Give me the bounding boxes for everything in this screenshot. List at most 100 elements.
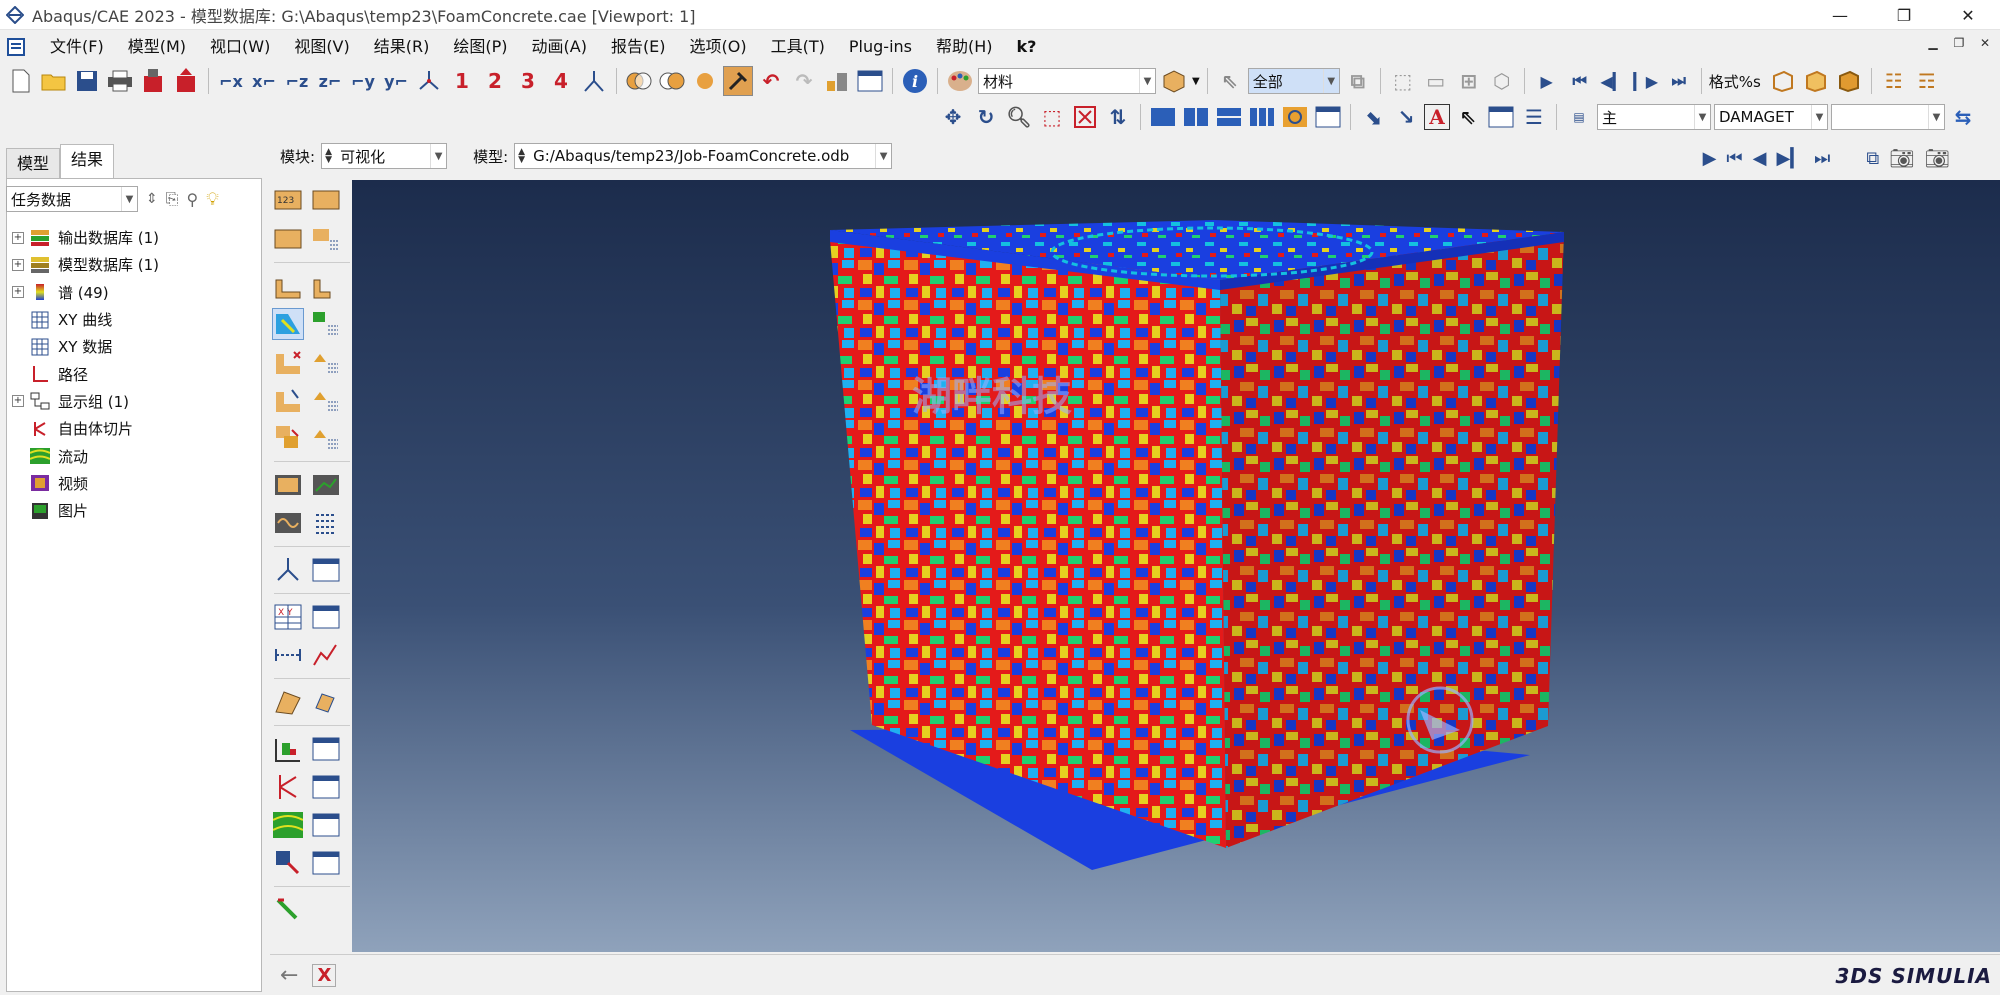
tree-node-free-body[interactable]: 自由体切片 xyxy=(6,415,260,442)
query-icon[interactable] xyxy=(723,66,753,96)
view-right-icon[interactable]: y⌐ xyxy=(381,66,411,96)
create-path-icon[interactable] xyxy=(272,686,304,718)
plot-deformed-icon[interactable] xyxy=(272,270,304,302)
maximize-button[interactable]: ❐ xyxy=(1872,0,1936,30)
task-data-combo[interactable]: 任务数据 ▼ xyxy=(6,186,138,212)
material-combo[interactable]: 材料 ▼ xyxy=(978,68,1156,94)
palette-icon[interactable] xyxy=(822,66,852,96)
copy-selection-icon[interactable]: ⧉ xyxy=(1343,66,1373,96)
menu-help[interactable]: 帮助(H) xyxy=(924,32,1005,62)
damage-combo[interactable]: DAMAGET ▼ xyxy=(1714,104,1828,130)
hidden-line-icon[interactable] xyxy=(657,66,687,96)
create-xy-data-icon[interactable]: X Y xyxy=(272,601,304,633)
superimpose-options-icon[interactable] xyxy=(310,422,342,454)
camera-alt-icon[interactable]: 📷︎ xyxy=(1925,146,1950,170)
new-file-icon[interactable] xyxy=(6,66,36,96)
context-help-button[interactable]: k? xyxy=(1005,32,1049,62)
view-top-icon[interactable]: ⌐z xyxy=(282,66,312,96)
prev-frame-icon[interactable]: ◀ xyxy=(1753,148,1767,169)
module-combo[interactable]: ▲ ▼ 可视化 ▼ xyxy=(321,143,448,169)
back-arrow-icon[interactable]: ← xyxy=(280,963,298,988)
view-bottom-icon[interactable]: z⌐ xyxy=(315,66,345,96)
export-icon[interactable] xyxy=(171,66,201,96)
arrow-icon[interactable]: ↘ xyxy=(1391,102,1421,132)
view-3-button[interactable]: 3 xyxy=(513,66,543,96)
output-combo[interactable]: ▼ xyxy=(1831,104,1945,130)
view-4-button[interactable]: 4 xyxy=(546,66,576,96)
tree-node-xy-data[interactable]: XY 数据 xyxy=(6,333,260,360)
bulb-icon[interactable]: 💡︎ xyxy=(206,189,219,210)
auto-fit-icon[interactable] xyxy=(1070,102,1100,132)
close-button[interactable]: ✕ xyxy=(1936,0,2000,30)
viewport-table-icon[interactable] xyxy=(1313,102,1343,132)
prev-frame-icon[interactable]: ◀▎ xyxy=(1598,66,1628,96)
layout-1-icon[interactable] xyxy=(1148,102,1178,132)
tab-results[interactable]: 结果 xyxy=(60,144,115,178)
tree-node-xy-curve[interactable]: XY 曲线 xyxy=(6,306,260,333)
stream-manager-icon[interactable] xyxy=(310,809,342,841)
menu-animate[interactable]: 动画(A) xyxy=(520,32,599,62)
tree-node-odb[interactable]: + 输出数据库 (1) xyxy=(6,224,260,251)
mdi-minimize-icon[interactable]: ▁ xyxy=(1924,34,1942,52)
table-icon[interactable] xyxy=(855,66,885,96)
layout-4-icon[interactable] xyxy=(1247,102,1277,132)
legend-icon[interactable]: ▤ xyxy=(1564,102,1594,132)
free-body-create-icon[interactable] xyxy=(272,771,304,803)
expand-icon[interactable]: + xyxy=(12,231,24,244)
view-front-icon[interactable]: ⌐x xyxy=(216,66,246,96)
last-frame-icon[interactable]: ⏭ xyxy=(1664,66,1694,96)
select-box-icon[interactable]: ⬚ xyxy=(1388,66,1418,96)
xy-operate-icon[interactable] xyxy=(272,639,304,671)
menu-plot[interactable]: 绘图(P) xyxy=(441,32,519,62)
tree-node-display-group[interactable]: + 显示组 (1) xyxy=(6,388,260,415)
display-group-create-icon[interactable] xyxy=(272,733,304,765)
layout-3-icon[interactable] xyxy=(1214,102,1244,132)
animate-scale-icon[interactable] xyxy=(272,469,304,501)
animate-time-icon[interactable] xyxy=(310,469,342,501)
tree-node-image[interactable]: 图片 xyxy=(6,497,260,524)
select-elems-icon[interactable]: ⬡ xyxy=(1487,66,1517,96)
pointer-icon[interactable]: ⇖ xyxy=(1453,102,1483,132)
shaded-icon[interactable] xyxy=(690,66,720,96)
mdi-close-icon[interactable]: ✕ xyxy=(1976,34,1994,52)
pan-icon[interactable]: ✥ xyxy=(938,102,968,132)
color-palette-icon[interactable] xyxy=(945,66,975,96)
first-frame-icon[interactable]: ⏮ xyxy=(1565,66,1595,96)
open-folder-icon[interactable] xyxy=(39,66,69,96)
menu-model[interactable]: 模型(M) xyxy=(116,32,198,62)
tree-node-mdb[interactable]: + 模型数据库 (1) xyxy=(6,251,260,278)
tree-node-movie[interactable]: 视频 xyxy=(6,470,260,497)
last-frame-icon[interactable]: ⏭ xyxy=(1814,148,1830,169)
cancel-icon[interactable]: X xyxy=(312,963,337,987)
layout-2-icon[interactable] xyxy=(1181,102,1211,132)
tree-node-path[interactable]: 路径 xyxy=(6,360,260,387)
plot-undeformed-icon[interactable]: 123 xyxy=(272,185,304,217)
zoom-icon[interactable]: 🔍︎ xyxy=(1004,102,1034,132)
render-style-icon[interactable] xyxy=(624,66,654,96)
viewport-canvas[interactable]: 湖畔科技 xyxy=(352,180,2000,952)
plot-material-orient-icon[interactable] xyxy=(272,384,304,416)
save-odb-icon[interactable] xyxy=(138,66,168,96)
view-back-icon[interactable]: x⌐ xyxy=(249,66,279,96)
stream-create-icon[interactable] xyxy=(272,809,304,841)
free-body-manager-icon[interactable] xyxy=(310,771,342,803)
undo-icon[interactable]: ↶ xyxy=(756,66,786,96)
triad-icon[interactable] xyxy=(579,66,609,96)
format-label[interactable]: 格式%s xyxy=(1709,71,1761,92)
view-left-icon[interactable]: ⌐y xyxy=(348,66,378,96)
box-zoom-icon[interactable]: ⬚ xyxy=(1037,102,1067,132)
menu-report[interactable]: 报告(E) xyxy=(599,32,678,62)
probe-icon[interactable] xyxy=(272,894,304,926)
tree-node-spectrum[interactable]: + 谱 (49) xyxy=(6,279,260,306)
menu-tools[interactable]: 工具(T) xyxy=(759,32,837,62)
main-combo[interactable]: 主 ▼ xyxy=(1597,104,1711,130)
refresh-icon[interactable]: ⇆ xyxy=(1948,102,1978,132)
view-2-button[interactable]: 2 xyxy=(480,66,510,96)
path-manager-icon[interactable] xyxy=(310,686,342,718)
mesh-icon[interactable] xyxy=(272,223,304,255)
list-icon[interactable]: ☰ xyxy=(1519,102,1549,132)
play-icon[interactable]: ▶ xyxy=(1703,148,1717,169)
view-cut-manager-icon[interactable] xyxy=(310,554,342,586)
ladder-icon[interactable]: ☷ xyxy=(1879,66,1909,96)
model-combo[interactable]: ▲ ▼ G:/Abaqus/temp23/Job-FoamConcrete.odb ▼ xyxy=(514,143,893,169)
